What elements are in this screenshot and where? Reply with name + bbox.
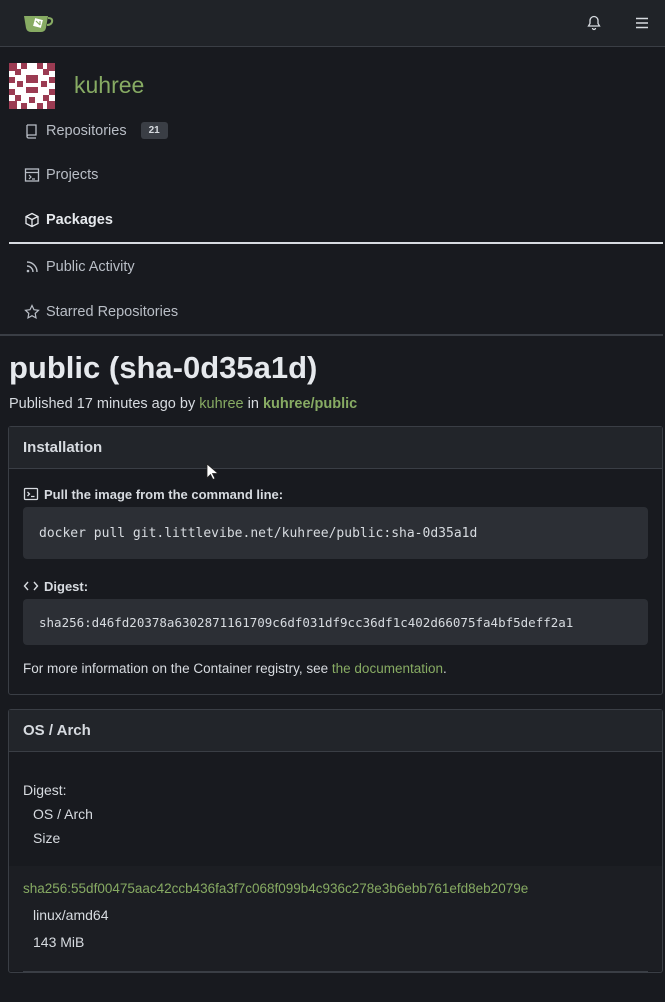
os-arch-header: OS / Arch bbox=[9, 710, 662, 752]
registry-info: For more information on the Container re… bbox=[23, 661, 648, 676]
installation-box: Installation Pull the image from the com… bbox=[8, 426, 663, 695]
published-by: by bbox=[179, 396, 196, 412]
digest-label: Digest: bbox=[23, 575, 648, 597]
os-arch-columns: Digest: OS / Arch Size bbox=[9, 752, 662, 866]
top-navbar bbox=[0, 0, 665, 47]
tab-packages-label: Packages bbox=[46, 212, 113, 228]
pull-label-text: Pull the image from the command line: bbox=[44, 486, 284, 502]
column-size: Size bbox=[33, 830, 61, 846]
row-os-arch: linux/amd64 bbox=[33, 907, 109, 923]
repositories-count-badge: 21 bbox=[140, 122, 168, 139]
registry-info-prefix: For more information on the Container re… bbox=[23, 661, 329, 676]
digest-value[interactable]: sha256:d46fd20378a6302871161709c6df031df… bbox=[23, 599, 648, 645]
tab-repositories[interactable]: Repositories 21 bbox=[9, 109, 663, 152]
column-digest: Digest: bbox=[23, 782, 67, 798]
tab-projects-label: Projects bbox=[46, 167, 99, 183]
registry-info-suffix: . bbox=[443, 661, 447, 676]
os-arch-box: OS / Arch Digest: OS / Arch Size sha256:… bbox=[8, 709, 663, 973]
mouse-cursor-icon bbox=[206, 463, 220, 481]
row-divider bbox=[23, 971, 648, 972]
table-row: sha256:55df00475aac42ccb436fa3f7c068f099… bbox=[9, 866, 662, 971]
profile-header: kuhree bbox=[0, 47, 665, 109]
package-icon bbox=[25, 212, 39, 228]
bell-icon[interactable] bbox=[585, 14, 603, 32]
hamburger-menu-icon[interactable] bbox=[633, 14, 651, 32]
rss-icon bbox=[26, 261, 38, 273]
published-time: 17 minutes ago bbox=[76, 396, 176, 412]
star-icon bbox=[24, 304, 40, 320]
tab-packages[interactable]: Packages bbox=[9, 198, 663, 244]
repo-icon bbox=[26, 123, 37, 139]
row-size: 143 MiB bbox=[33, 934, 85, 950]
project-icon bbox=[24, 168, 40, 182]
manifest-digest-link[interactable]: sha256:55df00475aac42ccb436fa3f7c068f099… bbox=[23, 881, 528, 896]
digest-label-text: Digest: bbox=[44, 578, 89, 594]
documentation-link[interactable]: the documentation bbox=[332, 661, 443, 676]
pull-label: Pull the image from the command line: bbox=[23, 483, 648, 505]
tab-public-activity[interactable]: Public Activity bbox=[9, 244, 663, 290]
code-icon bbox=[23, 581, 39, 591]
tab-repositories-label: Repositories bbox=[46, 122, 127, 139]
tab-projects[interactable]: Projects bbox=[9, 152, 663, 198]
published-prefix: Published bbox=[9, 396, 73, 412]
terminal-icon bbox=[23, 487, 39, 501]
installation-header: Installation bbox=[9, 427, 662, 469]
author-link[interactable]: kuhree bbox=[199, 396, 243, 412]
tab-public-activity-label: Public Activity bbox=[46, 259, 135, 275]
gitea-logo[interactable] bbox=[22, 10, 56, 36]
avatar[interactable] bbox=[9, 62, 55, 109]
package-title: public (sha-0d35a1d) bbox=[9, 350, 318, 385]
pull-command[interactable]: docker pull git.littlevibe.net/kuhree/pu… bbox=[23, 507, 648, 559]
tab-starred-repositories-label: Starred Repositories bbox=[46, 304, 179, 320]
package-published-meta: Published 17 minutes ago by kuhree in ku… bbox=[0, 390, 665, 426]
column-os-arch: OS / Arch bbox=[33, 806, 93, 822]
repo-link[interactable]: kuhree/public bbox=[263, 396, 357, 412]
profile-tabs: Repositories 21 Projects Packages Public… bbox=[0, 109, 663, 336]
tab-starred-repositories[interactable]: Starred Repositories bbox=[0, 290, 663, 336]
profile-username[interactable]: kuhree bbox=[74, 72, 144, 99]
published-in: in bbox=[247, 396, 259, 412]
